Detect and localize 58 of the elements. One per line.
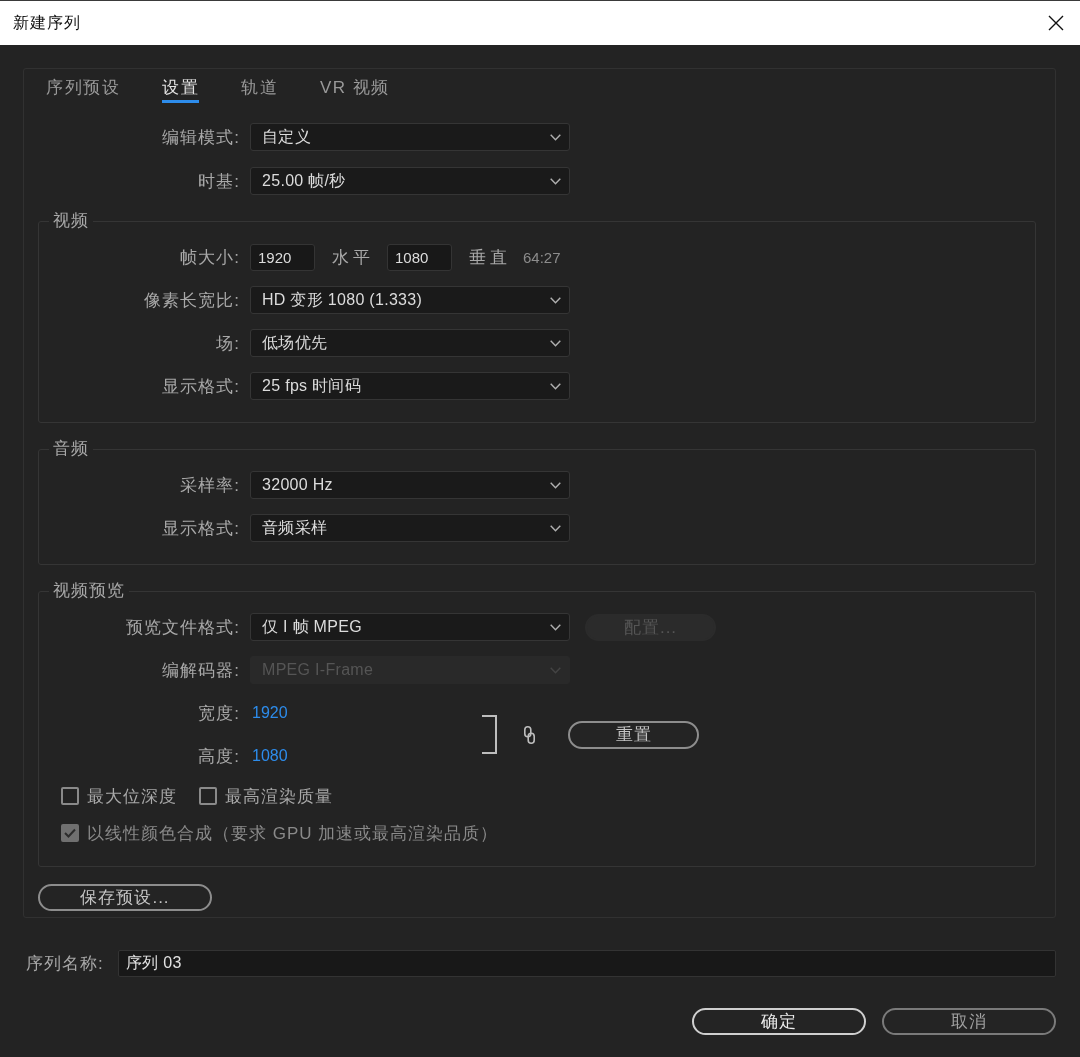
tab[interactable]: 轨道	[241, 76, 278, 103]
field-label: 高度:	[198, 745, 240, 768]
bracket-icon	[482, 715, 497, 754]
save-preset-button[interactable]: 保存预设...	[38, 884, 212, 911]
field-label: 显示格式:	[162, 375, 240, 398]
dropdown[interactable]: 25.00 帧/秒	[250, 167, 570, 195]
field-label: 像素长宽比:	[144, 289, 240, 312]
frame-height-field[interactable]: 1080	[387, 243, 452, 271]
chevron-icon	[550, 339, 561, 347]
tab[interactable]: 设置	[162, 76, 199, 103]
dropdown[interactable]: 25 fps 时间码	[250, 372, 570, 400]
height-value[interactable]: 1080	[252, 747, 288, 765]
checkbox[interactable]	[199, 787, 217, 805]
chevron-icon	[550, 524, 561, 532]
group-title: 视频预览	[52, 580, 126, 602]
checkbox[interactable]	[61, 787, 79, 805]
window-title: 新建序列	[13, 12, 81, 33]
chevron-icon	[550, 623, 561, 631]
field-label: 编辑模式:	[162, 126, 240, 149]
width-value[interactable]: 1920	[252, 704, 288, 722]
chain-link-icon[interactable]	[524, 725, 535, 744]
chevron-icon	[550, 296, 561, 304]
field-label: 显示格式:	[162, 517, 240, 540]
sequence-name-field[interactable]: 序列 03	[118, 950, 1056, 977]
group-title: 音频	[52, 438, 90, 460]
field-label: 预览文件格式:	[126, 616, 240, 639]
ok-button[interactable]: 确定	[692, 1008, 866, 1035]
field-label: 宽度:	[198, 702, 240, 725]
field-label: 序列名称:	[26, 953, 105, 975]
aspect-ratio-text: 64:27	[523, 248, 561, 266]
tab[interactable]: VR 视频	[320, 76, 390, 103]
cancel-button[interactable]: 取消	[882, 1008, 1056, 1035]
tab[interactable]: 序列预设	[46, 76, 120, 103]
field-label: 编解码器:	[162, 659, 240, 682]
reset-button[interactable]: 重置	[568, 720, 699, 749]
checkbox-label[interactable]: 最大位深度	[87, 784, 177, 808]
chevron-icon	[550, 481, 561, 489]
close-icon[interactable]	[1048, 15, 1064, 31]
field-label: 时基:	[198, 170, 240, 193]
field-label: 场:	[216, 332, 240, 355]
chevron-icon	[550, 133, 561, 141]
group-title: 视频	[52, 210, 90, 232]
checkbox-label[interactable]: 最高渲染质量	[225, 784, 333, 808]
chevron-icon	[550, 382, 561, 390]
unit-label: 水平	[332, 246, 374, 269]
chevron-icon	[550, 177, 561, 185]
field-label: 采样率:	[180, 474, 240, 497]
dropdown[interactable]: 低场优先	[250, 329, 570, 357]
field-label: 帧大小:	[180, 246, 240, 269]
frame-width-field[interactable]: 1920	[250, 243, 315, 271]
dropdown[interactable]: HD 变形 1080 (1.333)	[250, 286, 570, 314]
unit-label: 垂直	[469, 246, 511, 269]
chevron-icon	[550, 666, 561, 674]
dropdown[interactable]: 自定义	[250, 123, 570, 151]
dropdown[interactable]: 仅 I 帧 MPEG	[250, 613, 570, 641]
dropdown[interactable]: 32000 Hz	[250, 471, 570, 499]
checkmark-icon	[64, 828, 76, 838]
dropdown[interactable]: 音频采样	[250, 514, 570, 542]
